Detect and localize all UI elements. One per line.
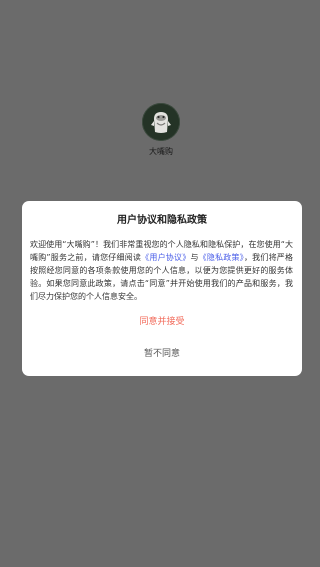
app-name-label: 大嘴购 <box>149 147 173 156</box>
dialog-title: 用户协议和隐私政策 <box>117 215 207 226</box>
decline-button[interactable]: 暂不同意 <box>22 345 302 363</box>
agree-button[interactable]: 同意并接受 <box>22 313 302 331</box>
body-text-connector: 与 <box>190 253 199 262</box>
dialog-body-text: 欢迎使用“大嘴购”！我们非常重视您的个人隐私和隐私保护，在您使用“大嘴购”服务之… <box>30 238 293 303</box>
app-logo-icon <box>142 103 180 141</box>
privacy-dialog: 用户协议和隐私政策 欢迎使用“大嘴购”！我们非常重视您的个人隐私和隐私保护，在您… <box>22 201 302 376</box>
privacy-policy-link[interactable]: 《隐私政策》 <box>199 253 244 262</box>
user-agreement-link[interactable]: 《用户协议》 <box>141 253 190 262</box>
